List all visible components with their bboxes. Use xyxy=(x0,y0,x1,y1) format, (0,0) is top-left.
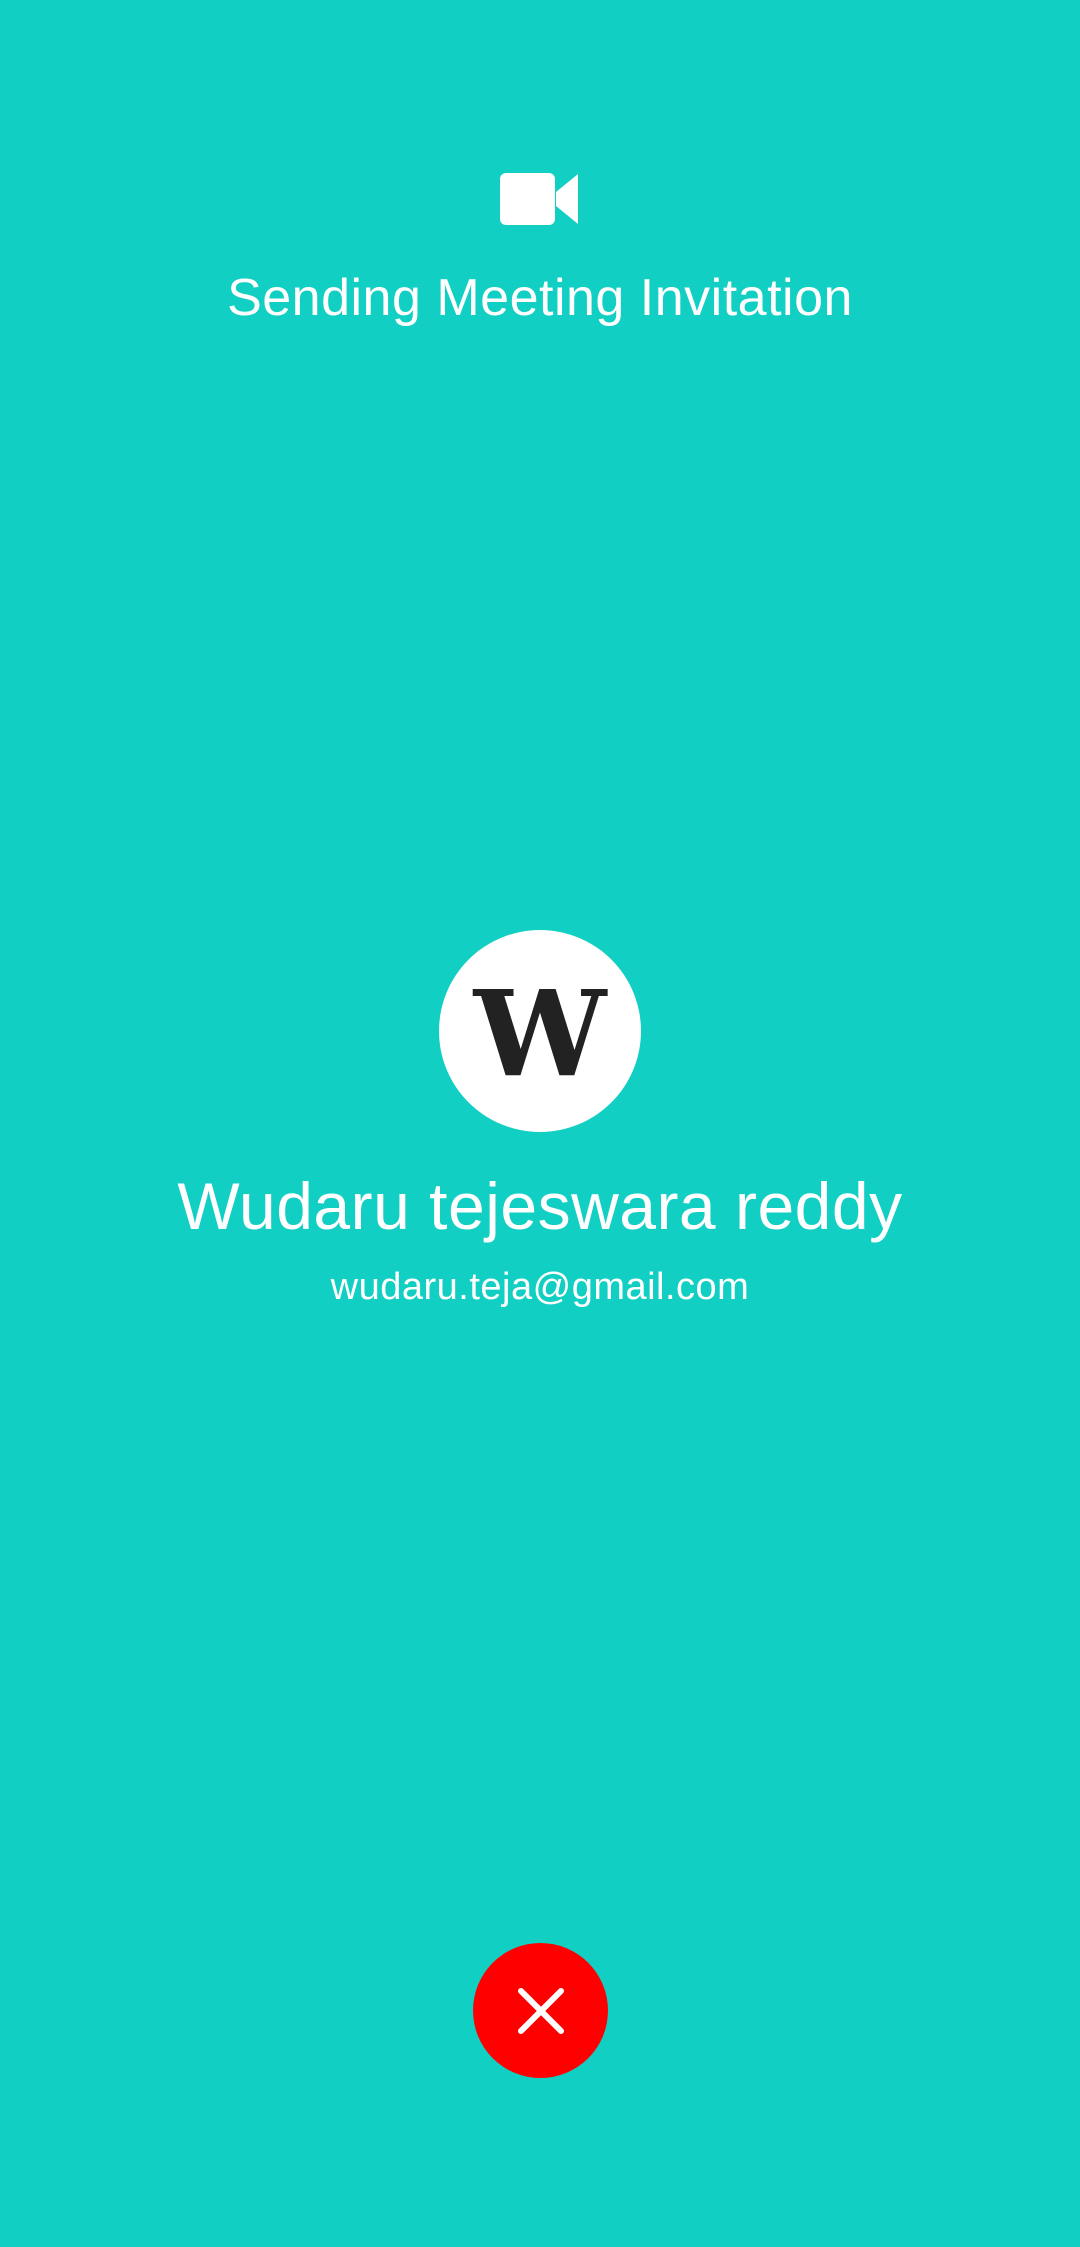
close-icon xyxy=(517,1987,564,2034)
video-camera-icon xyxy=(500,173,578,225)
contact-card: W Wudaru tejeswara reddy wudaru.teja@gma… xyxy=(0,930,1080,1309)
page-title: Sending Meeting Invitation xyxy=(227,269,853,327)
meeting-invitation-screen: Sending Meeting Invitation W Wudaru teje… xyxy=(0,0,1080,2247)
contact-name: Wudaru tejeswara reddy xyxy=(177,1169,903,1243)
cancel-invitation-button[interactable] xyxy=(473,1943,608,2078)
avatar-initial: W xyxy=(473,964,607,1103)
contact-email: wudaru.teja@gmail.com xyxy=(330,1266,750,1308)
avatar: W xyxy=(439,930,641,1132)
header: Sending Meeting Invitation xyxy=(0,170,1080,328)
